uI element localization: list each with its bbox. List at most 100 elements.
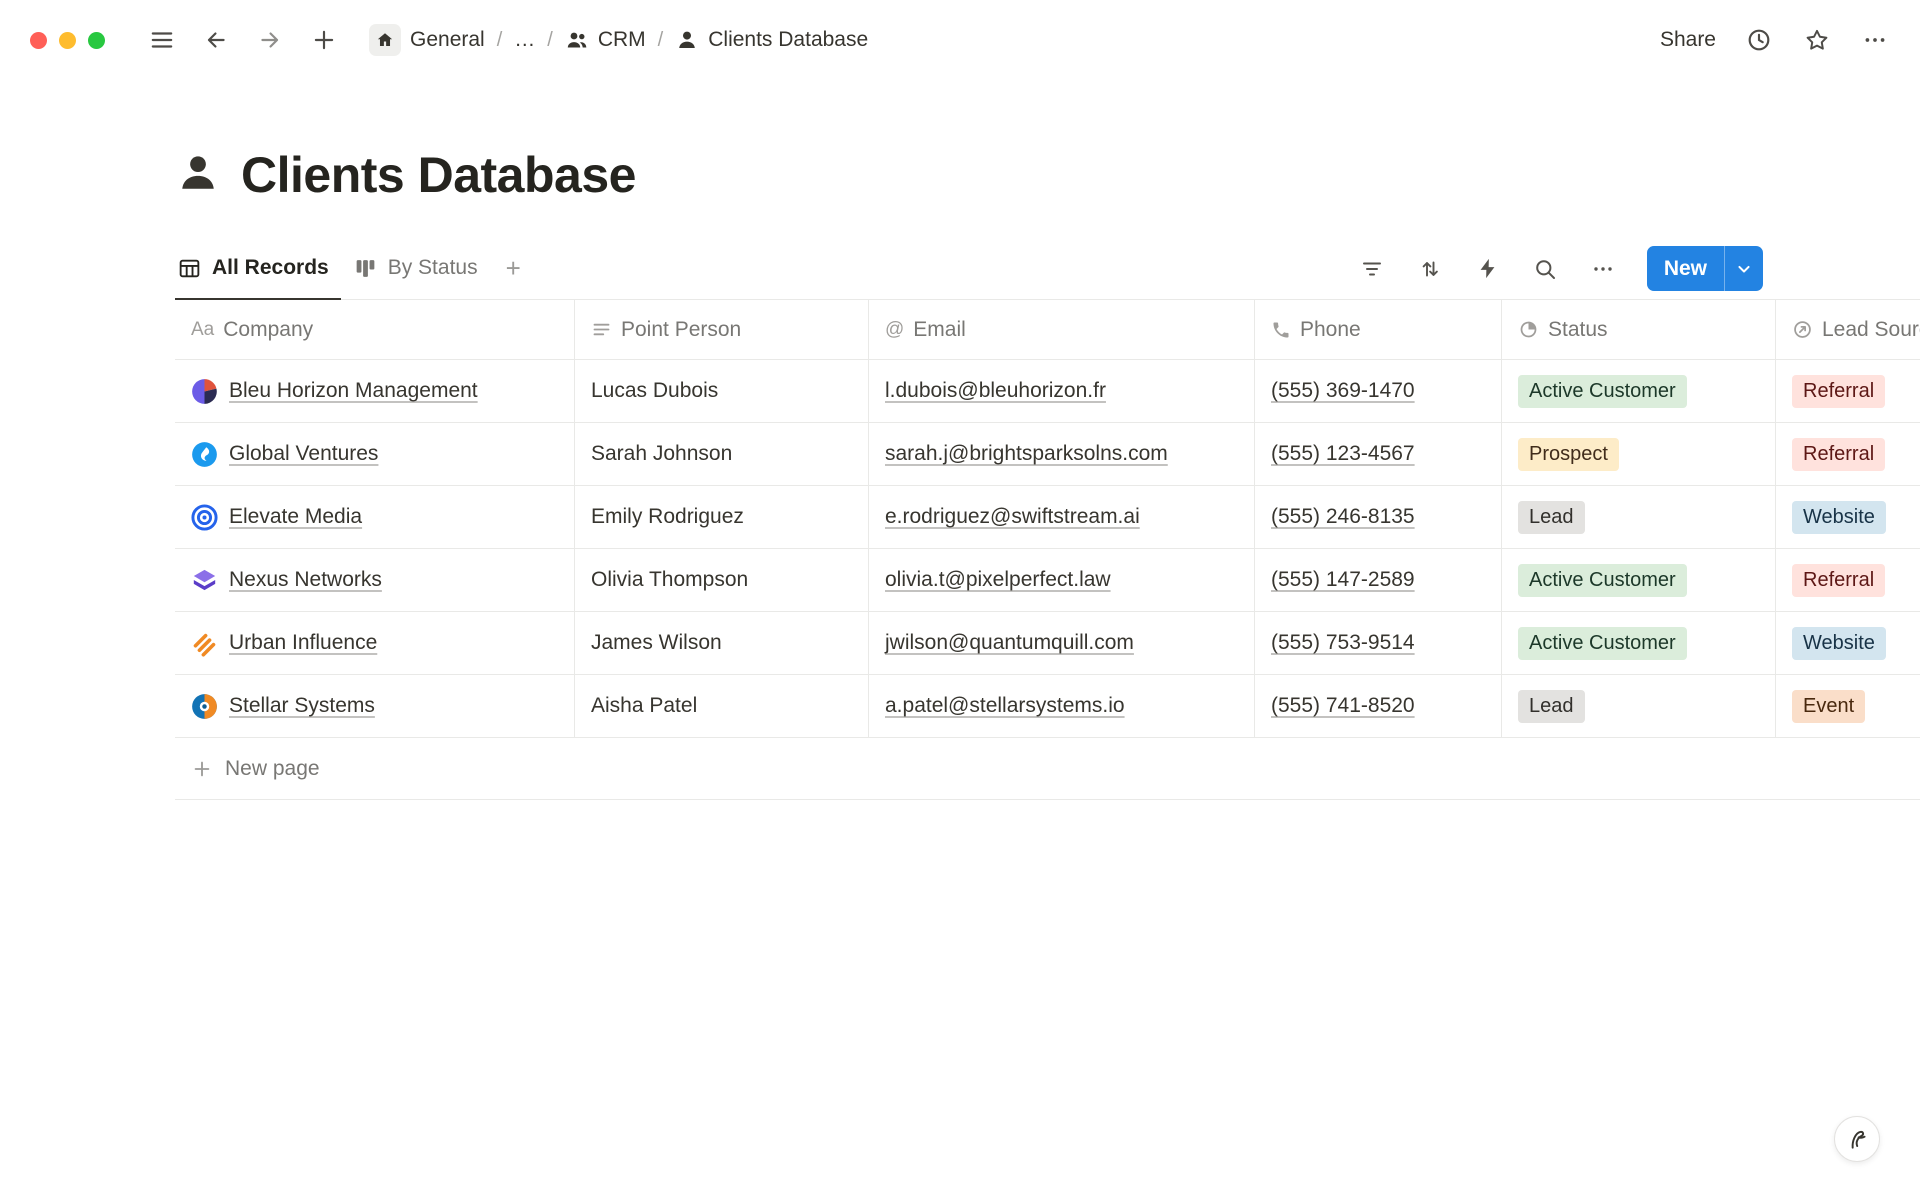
column-header-email[interactable]: @ Email (869, 300, 1255, 360)
breadcrumb: General / … / CRM / Clients Database (369, 24, 868, 56)
column-header-lead-source[interactable]: Lead Source (1776, 300, 1920, 360)
new-page-label: New page (225, 757, 320, 781)
forward-button[interactable] (255, 25, 285, 55)
table-row[interactable]: Urban Influence James Wilson jwilson@qua… (175, 612, 1920, 675)
status-badge[interactable]: Lead (1518, 690, 1585, 723)
add-view-button[interactable]: + (500, 253, 527, 284)
new-page-topbar-button[interactable] (309, 25, 339, 55)
board-view-icon (353, 256, 378, 281)
company-link[interactable]: Stellar Systems (229, 694, 375, 718)
column-label: Company (223, 318, 313, 342)
tab-label: All Records (212, 256, 329, 280)
status-badge[interactable]: Prospect (1518, 438, 1619, 471)
phone-link[interactable]: (555) 123-4567 (1271, 442, 1415, 466)
new-record-dropdown[interactable] (1724, 246, 1763, 291)
table-row[interactable]: Global Ventures Sarah Johnson sarah.j@br… (175, 423, 1920, 486)
company-link[interactable]: Bleu Horizon Management (229, 379, 478, 403)
minimize-window-button[interactable] (59, 32, 76, 49)
new-record-label[interactable]: New (1647, 246, 1724, 291)
company-link[interactable]: Elevate Media (229, 505, 362, 529)
lead-source-badge[interactable]: Website (1792, 627, 1886, 660)
breadcrumb-general[interactable]: General (369, 24, 485, 56)
notion-ai-button[interactable] (1834, 1116, 1880, 1162)
column-header-point-person[interactable]: Point Person (575, 300, 869, 360)
phone-link[interactable]: (555) 369-1470 (1271, 379, 1415, 403)
table-row[interactable]: Elevate Media Emily Rodriguez e.rodrigue… (175, 486, 1920, 549)
lead-source-badge[interactable]: Referral (1792, 438, 1885, 471)
table-view-icon (177, 256, 202, 281)
phone-icon (1271, 320, 1291, 340)
phone-link[interactable]: (555) 246-8135 (1271, 505, 1415, 529)
email-link[interactable]: olivia.t@pixelperfect.law (885, 568, 1111, 592)
sidebar-toggle-icon[interactable] (147, 25, 177, 55)
views-bar: All Records By Status + (175, 238, 1920, 300)
table-header: Aa Company Point Person @ Email Phone (175, 300, 1920, 360)
team-icon (565, 28, 589, 52)
tab-by-status[interactable]: By Status (351, 238, 490, 300)
share-button[interactable]: Share (1660, 28, 1716, 52)
table-row[interactable]: Stellar Systems Aisha Patel a.patel@stel… (175, 675, 1920, 738)
status-badge[interactable]: Lead (1518, 501, 1585, 534)
person-icon (675, 28, 699, 52)
status-badge[interactable]: Active Customer (1518, 564, 1687, 597)
sort-icon[interactable] (1416, 255, 1444, 283)
phone-link[interactable]: (555) 753-9514 (1271, 631, 1415, 655)
page-content: Clients Database All Records By Status + (0, 146, 1920, 800)
tab-all-records[interactable]: All Records (175, 238, 341, 300)
email-link[interactable]: sarah.j@brightsparksolns.com (885, 442, 1168, 466)
status-badge[interactable]: Active Customer (1518, 627, 1687, 660)
breadcrumb-clients-database[interactable]: Clients Database (675, 28, 868, 52)
email-link[interactable]: a.patel@stellarsystems.io (885, 694, 1125, 718)
automation-bolt-icon[interactable] (1474, 255, 1501, 282)
lead-source-badge[interactable]: Referral (1792, 564, 1885, 597)
column-label: Status (1548, 318, 1608, 342)
company-link[interactable]: Nexus Networks (229, 568, 382, 592)
search-icon[interactable] (1531, 255, 1559, 283)
phone-link[interactable]: (555) 741-8520 (1271, 694, 1415, 718)
email-link[interactable]: e.rodriguez@swiftstream.ai (885, 505, 1140, 529)
back-button[interactable] (201, 25, 231, 55)
filter-icon[interactable] (1358, 255, 1386, 283)
more-options-icon[interactable] (1860, 25, 1890, 55)
new-page-button[interactable]: New page (175, 738, 1920, 800)
page-person-icon[interactable] (175, 150, 221, 201)
email-link[interactable]: jwilson@quantumquill.com (885, 631, 1134, 655)
view-options-icon[interactable] (1589, 255, 1617, 283)
breadcrumb-separator: / (547, 29, 553, 52)
breadcrumb-ellipsis[interactable]: … (514, 28, 535, 52)
breadcrumb-crm[interactable]: CRM (565, 28, 646, 52)
column-header-phone[interactable]: Phone (1255, 300, 1502, 360)
close-window-button[interactable] (30, 32, 47, 49)
column-label: Email (913, 318, 966, 342)
table-row[interactable]: Bleu Horizon Management Lucas Dubois l.d… (175, 360, 1920, 423)
column-header-status[interactable]: Status (1502, 300, 1776, 360)
email-link[interactable]: l.dubois@bleuhorizon.fr (885, 379, 1106, 403)
history-icon[interactable] (1744, 25, 1774, 55)
status-badge[interactable]: Active Customer (1518, 375, 1687, 408)
ai-face-icon (1844, 1126, 1870, 1152)
point-person-text: Aisha Patel (591, 694, 697, 718)
breadcrumb-label: … (514, 28, 535, 52)
column-label: Point Person (621, 318, 741, 342)
company-logo-icon (191, 630, 218, 657)
topbar: General / … / CRM / Clients Database (0, 0, 1920, 80)
column-label: Lead Source (1822, 318, 1920, 342)
lead-source-badge[interactable]: Website (1792, 501, 1886, 534)
breadcrumb-label: CRM (598, 28, 646, 52)
text-lines-icon (591, 319, 612, 340)
favorite-star-icon[interactable] (1802, 25, 1832, 55)
company-link[interactable]: Urban Influence (229, 631, 377, 655)
breadcrumb-separator: / (497, 29, 503, 52)
company-logo-icon (191, 441, 218, 468)
phone-link[interactable]: (555) 147-2589 (1271, 568, 1415, 592)
new-record-button[interactable]: New (1647, 246, 1763, 291)
column-header-company[interactable]: Aa Company (175, 300, 575, 360)
lead-source-badge[interactable]: Event (1792, 690, 1865, 723)
source-icon (1792, 319, 1813, 340)
table-body: Bleu Horizon Management Lucas Dubois l.d… (175, 360, 1920, 738)
table-row[interactable]: Nexus Networks Olivia Thompson olivia.t@… (175, 549, 1920, 612)
fullscreen-window-button[interactable] (88, 32, 105, 49)
lead-source-badge[interactable]: Referral (1792, 375, 1885, 408)
tab-label: By Status (388, 256, 478, 280)
company-link[interactable]: Global Ventures (229, 442, 378, 466)
